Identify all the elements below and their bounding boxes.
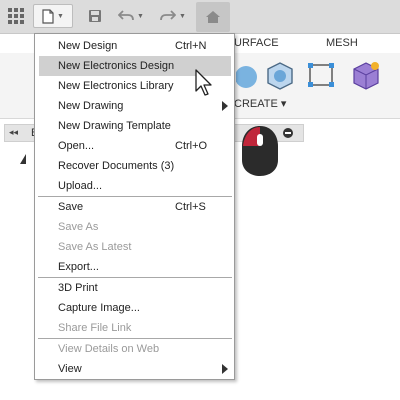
menu-item-new-design[interactable]: New Design Ctrl+N bbox=[39, 36, 231, 56]
undo-button[interactable]: ▼ bbox=[114, 4, 148, 28]
menu-item-upload[interactable]: Upload... bbox=[39, 176, 231, 196]
menu-item-save[interactable]: Save Ctrl+S bbox=[39, 197, 231, 217]
save-icon[interactable] bbox=[84, 4, 106, 28]
chevron-down-icon: ▼ bbox=[57, 12, 64, 20]
tab-surface[interactable]: URFACE bbox=[234, 37, 279, 49]
create-dropdown[interactable]: CREATE ▾ bbox=[234, 97, 286, 110]
menu-item-recover-documents[interactable]: Recover Documents (3) bbox=[39, 156, 231, 176]
menu-item-label: New Drawing bbox=[58, 100, 124, 112]
menu-item-view[interactable]: View bbox=[39, 359, 231, 379]
app-grid-icon[interactable] bbox=[4, 4, 28, 28]
menu-item-label: Save As bbox=[58, 221, 99, 233]
chevron-down-icon: ▼ bbox=[137, 12, 144, 20]
menu-item-shortcut: Ctrl+S bbox=[175, 201, 206, 213]
menu-item-open[interactable]: Open... Ctrl+O bbox=[39, 136, 231, 156]
menu-item-label: Save bbox=[58, 201, 84, 213]
collapse-icon[interactable]: ◂◂ bbox=[9, 127, 18, 138]
mesh-grid-tool-icon[interactable] bbox=[306, 59, 338, 91]
menu-item-capture-image[interactable]: Capture Image... bbox=[39, 298, 231, 318]
triangle-icon bbox=[20, 154, 26, 164]
chevron-down-icon: ▼ bbox=[179, 12, 186, 20]
menu-item-share-file-link: Share File Link bbox=[39, 318, 231, 338]
menu-item-label: Open... bbox=[58, 140, 95, 152]
ribbon-tabs: URFACE MESH bbox=[234, 33, 400, 53]
menu-item-view-details-on-web: View Details on Web bbox=[39, 339, 231, 359]
insert-mesh-tool-icon[interactable] bbox=[350, 59, 382, 91]
file-menu-button[interactable]: ▼ bbox=[33, 4, 73, 28]
menu-item-label: Capture Image... bbox=[58, 302, 140, 314]
menu-item-label: Upload... bbox=[58, 180, 103, 192]
menu-item-label: Recover Documents (3) bbox=[58, 160, 175, 172]
menu-item-3d-print[interactable]: 3D Print bbox=[39, 278, 231, 298]
menu-item-label: New Drawing Template bbox=[58, 120, 171, 132]
menu-item-label: New Electronics Library bbox=[58, 80, 174, 92]
menu-item-label: 3D Print bbox=[58, 282, 98, 294]
menu-item-export[interactable]: Export... bbox=[39, 257, 231, 277]
submenu-arrow-icon bbox=[222, 101, 228, 111]
submenu-arrow-icon bbox=[222, 364, 228, 374]
file-icon bbox=[42, 8, 54, 24]
menu-item-shortcut: Ctrl+N bbox=[175, 40, 207, 52]
top-toolbar: ▼ ▼ ▼ bbox=[0, 0, 400, 34]
menu-item-save-as-latest: Save As Latest bbox=[39, 237, 231, 257]
menu-item-shortcut: Ctrl+O bbox=[175, 140, 208, 152]
minus-circle-icon[interactable] bbox=[283, 128, 293, 138]
menu-item-new-drawing[interactable]: New Drawing bbox=[39, 96, 231, 116]
menu-item-label: Export... bbox=[58, 261, 99, 273]
menu-item-save-as: Save As bbox=[39, 217, 231, 237]
menu-item-new-drawing-template[interactable]: New Drawing Template bbox=[39, 116, 231, 136]
mouse-icon bbox=[242, 126, 278, 176]
menu-item-label: New Electronics Design bbox=[58, 60, 175, 72]
redo-button[interactable]: ▼ bbox=[156, 4, 190, 28]
menu-item-label: View bbox=[58, 363, 82, 375]
home-button[interactable] bbox=[196, 2, 230, 32]
redo-icon bbox=[160, 10, 177, 21]
mouse-pointer-icon bbox=[195, 69, 212, 96]
menu-item-label: New Design bbox=[58, 40, 118, 52]
undo-icon bbox=[118, 10, 134, 21]
menu-item-label: Share File Link bbox=[58, 322, 132, 334]
menu-item-label: Save As Latest bbox=[58, 241, 132, 253]
menu-item-label: View Details on Web bbox=[58, 343, 160, 355]
tab-mesh[interactable]: MESH bbox=[326, 37, 358, 49]
shell-tool-icon[interactable] bbox=[264, 59, 296, 91]
home-icon bbox=[206, 11, 220, 23]
